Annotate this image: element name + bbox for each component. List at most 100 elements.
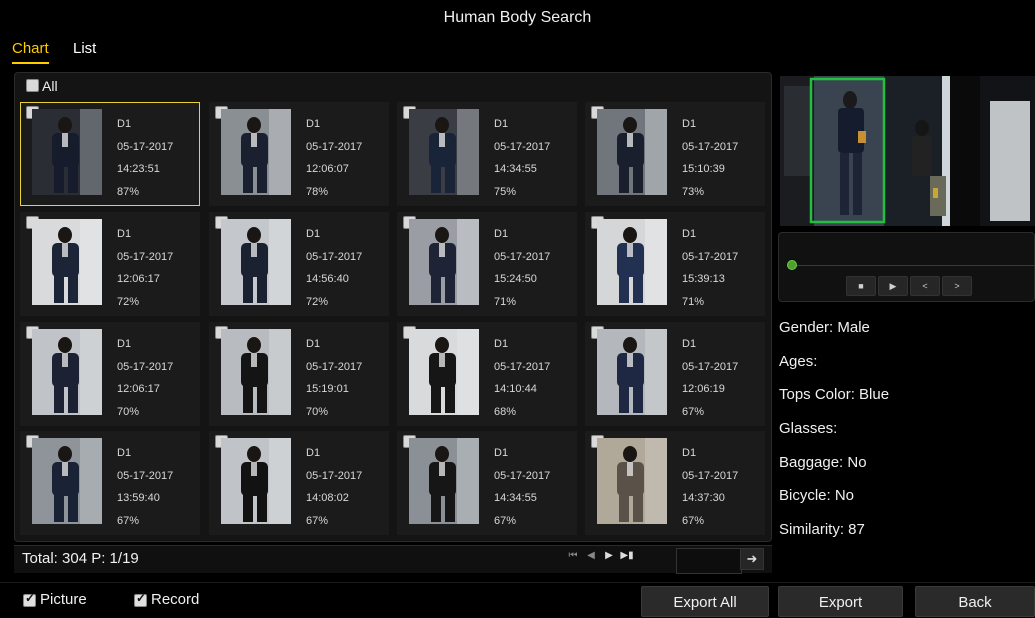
result-date: 05-17-2017 xyxy=(117,360,174,373)
preview-image xyxy=(780,76,1035,226)
select-all-row[interactable]: All xyxy=(26,77,58,95)
result-info: D1 05-17-2017 12:06:07 78% xyxy=(306,113,362,203)
result-date: 05-17-2017 xyxy=(117,469,174,482)
attr-tops-color: Tops Color: Blue xyxy=(779,386,890,403)
result-thumbnail xyxy=(597,329,667,415)
result-date: 05-17-2017 xyxy=(306,250,363,263)
result-date: 05-17-2017 xyxy=(494,140,551,153)
prev-page-icon[interactable]: ◀ xyxy=(582,550,600,561)
result-card[interactable]: D1 05-17-2017 14:37:30 67% xyxy=(585,431,765,535)
result-thumbnail xyxy=(221,109,291,195)
window-title: Human Body Search xyxy=(443,9,592,26)
result-time: 13:59:40 xyxy=(117,492,160,504)
picture-option[interactable]: Picture xyxy=(23,591,87,608)
first-page-icon[interactable]: ⏮ xyxy=(564,550,582,561)
result-card[interactable]: D1 05-17-2017 13:59:40 67% xyxy=(20,431,200,535)
result-time: 14:34:55 xyxy=(494,492,537,504)
attr-baggage: Baggage: No xyxy=(779,454,867,471)
next-page-icon[interactable]: ▶ xyxy=(600,550,618,561)
result-channel: D1 xyxy=(117,228,132,240)
result-score: 70% xyxy=(306,405,329,418)
result-score: 71% xyxy=(682,295,705,308)
result-thumbnail xyxy=(409,329,479,415)
result-score: 71% xyxy=(494,295,517,308)
last-page-icon[interactable]: ▶▮ xyxy=(618,550,636,561)
result-info: D1 05-17-2017 13:59:40 67% xyxy=(117,442,173,532)
result-date: 05-17-2017 xyxy=(494,469,551,482)
result-card[interactable]: D1 05-17-2017 15:39:13 71% xyxy=(585,212,765,316)
result-thumbnail xyxy=(32,219,102,305)
result-card[interactable]: D1 05-17-2017 14:10:44 68% xyxy=(397,322,577,426)
attr-gender: Gender: Male xyxy=(779,319,870,336)
attr-ages: Ages: xyxy=(779,353,818,370)
export-all-button[interactable]: Export All xyxy=(641,586,769,617)
result-channel: D1 xyxy=(494,447,509,459)
result-card[interactable]: D1 05-17-2017 12:06:07 78% xyxy=(209,102,389,206)
result-time: 12:06:17 xyxy=(117,383,160,395)
result-channel: D1 xyxy=(494,228,509,240)
result-date: 05-17-2017 xyxy=(494,250,551,263)
attr-glasses: Glasses: xyxy=(779,420,838,437)
result-time: 14:23:51 xyxy=(117,163,160,175)
result-thumbnail xyxy=(409,219,479,305)
result-time: 15:10:39 xyxy=(682,163,725,175)
result-thumbnail xyxy=(597,438,667,524)
result-score: 75% xyxy=(494,185,517,198)
export-button[interactable]: Export xyxy=(778,586,903,617)
page-number-input[interactable] xyxy=(676,548,742,574)
result-date: 05-17-2017 xyxy=(306,469,363,482)
record-option[interactable]: Record xyxy=(134,591,199,608)
result-time: 14:37:30 xyxy=(682,492,725,504)
result-time: 12:06:17 xyxy=(117,273,160,285)
result-info: D1 05-17-2017 15:19:01 70% xyxy=(306,333,362,423)
result-thumbnail xyxy=(32,109,102,195)
play-icon[interactable]: ▶ xyxy=(878,276,908,296)
record-checkbox[interactable] xyxy=(134,591,147,607)
result-info: D1 05-17-2017 12:06:19 67% xyxy=(682,333,738,423)
tab-list[interactable]: List xyxy=(73,38,96,62)
result-card[interactable]: D1 05-17-2017 15:19:01 70% xyxy=(209,322,389,426)
tab-chart[interactable]: Chart xyxy=(12,38,49,64)
picture-checkbox[interactable] xyxy=(23,591,36,607)
result-thumbnail xyxy=(409,109,479,195)
arrow-right-icon[interactable]: ➜ xyxy=(740,548,764,570)
result-thumbnail xyxy=(409,438,479,524)
result-thumbnail xyxy=(221,219,291,305)
result-card[interactable]: D1 05-17-2017 14:23:51 87% xyxy=(20,102,200,206)
record-label: Record xyxy=(151,591,200,608)
result-card[interactable]: D1 05-17-2017 12:06:17 70% xyxy=(20,322,200,426)
result-thumbnail xyxy=(597,109,667,195)
result-channel: D1 xyxy=(117,118,132,130)
result-channel: D1 xyxy=(494,338,509,350)
result-time: 15:19:01 xyxy=(306,383,349,395)
result-info: D1 05-17-2017 14:56:40 72% xyxy=(306,223,362,313)
result-score: 67% xyxy=(682,514,705,527)
result-card[interactable]: D1 05-17-2017 12:06:19 67% xyxy=(585,322,765,426)
result-score: 78% xyxy=(306,185,329,198)
result-card[interactable]: D1 05-17-2017 14:34:55 75% xyxy=(397,102,577,206)
result-card[interactable]: D1 05-17-2017 14:34:55 67% xyxy=(397,431,577,535)
back-button[interactable]: Back xyxy=(915,586,1035,617)
result-card[interactable]: D1 05-17-2017 14:56:40 72% xyxy=(209,212,389,316)
result-time: 12:06:19 xyxy=(682,383,725,395)
result-channel: D1 xyxy=(117,447,132,459)
result-channel: D1 xyxy=(306,338,321,350)
result-info: D1 05-17-2017 14:34:55 75% xyxy=(494,113,550,203)
step-back-icon[interactable]: < xyxy=(910,276,940,296)
result-date: 05-17-2017 xyxy=(306,360,363,373)
result-card[interactable]: D1 05-17-2017 14:08:02 67% xyxy=(209,431,389,535)
result-channel: D1 xyxy=(682,338,697,350)
pager-controls: ⏮ ◀ ▶ ▶▮ xyxy=(564,550,636,568)
select-all-checkbox[interactable] xyxy=(26,79,39,93)
result-channel: D1 xyxy=(682,447,697,459)
result-score: 73% xyxy=(682,185,705,198)
step-forward-icon[interactable]: > xyxy=(942,276,972,296)
progress-handle[interactable] xyxy=(787,260,797,270)
attr-bicycle: Bicycle: No xyxy=(779,487,855,504)
progress-track[interactable] xyxy=(792,265,1035,266)
result-card[interactable]: D1 05-17-2017 15:24:50 71% xyxy=(397,212,577,316)
picture-label: Picture xyxy=(40,591,87,608)
result-card[interactable]: D1 05-17-2017 12:06:17 72% xyxy=(20,212,200,316)
stop-icon[interactable]: ■ xyxy=(846,276,876,296)
result-card[interactable]: D1 05-17-2017 15:10:39 73% xyxy=(585,102,765,206)
